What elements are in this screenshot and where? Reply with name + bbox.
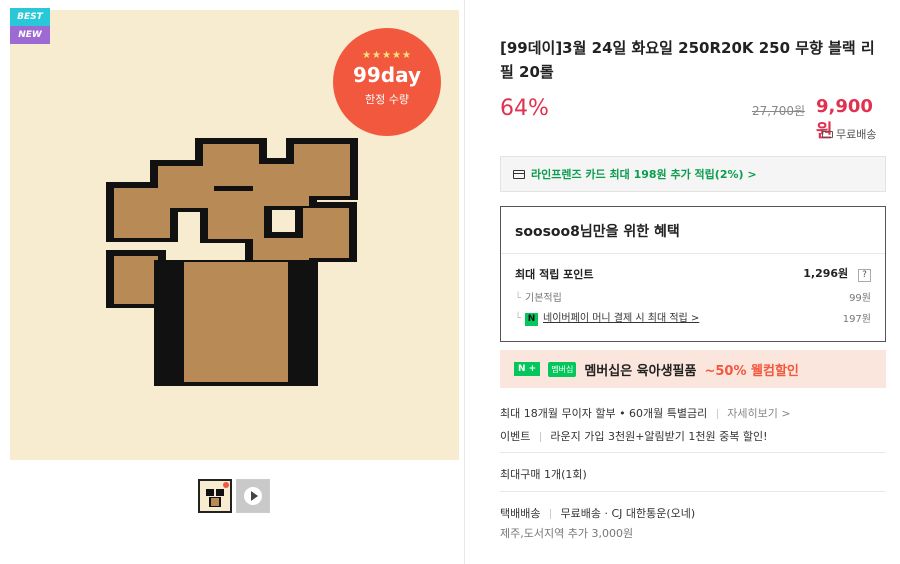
original-price: 27,700원: [752, 104, 806, 118]
product-gallery: BEST NEW ★★★★★ 99day 한정 수량: [0, 0, 470, 564]
promo-subtitle: 한정 수량: [365, 93, 409, 106]
nplus-logo-icon: N +: [514, 362, 541, 376]
membership-text: 멤버십은 육아생필품: [584, 363, 697, 379]
product-title: [99데이]3월 24일 화요일 250R20K 250 무향 블랙 리필 20…: [500, 39, 875, 81]
npay-points-link[interactable]: 네이버페이 머니 결제 시 최대 적립 >: [543, 313, 699, 324]
event-row: 이벤트 라운지 가입 3천원+알림받기 1천원 중복 할인!: [500, 428, 768, 444]
installment-row: 최대 18개월 무이자 할부 • 60개월 특별금리 자세히보기 >: [500, 405, 791, 421]
delivery-label: 택배배송: [500, 507, 541, 520]
membership-banner[interactable]: N + 멤버십 멤버십은 육아생필품 ~50% 웰컴할인: [500, 350, 886, 388]
thumbnail-strip: [198, 479, 270, 513]
npay-points-value: 197원: [842, 314, 871, 325]
divider: [549, 509, 551, 519]
tree-branch-icon: └: [515, 313, 522, 324]
naver-pay-icon: N: [525, 313, 539, 326]
delivery-row: 택배배송 무료배송 · CJ 대한통운(오네): [500, 505, 695, 521]
max-points-label: 최대 적립 포인트: [515, 267, 594, 281]
thumbnail-image[interactable]: [198, 479, 232, 513]
basic-points-row: └ 기본적립 99원: [515, 289, 871, 304]
benefit-heading: soosoo8님만을 위한 혜택: [515, 224, 680, 240]
membership-badge: 멤버십: [548, 361, 577, 377]
installment-text: 최대 18개월 무이자 할부 • 60개월 특별금리: [500, 407, 708, 420]
play-icon: [244, 487, 262, 505]
column-divider: [464, 0, 465, 564]
thumbnail-video[interactable]: [236, 479, 270, 513]
card-offer-banner[interactable]: 라인프렌즈 카드 최대 198원 추가 적립(2%) >: [500, 156, 886, 192]
truck-icon: [822, 130, 833, 138]
tree-branch-icon: └: [515, 293, 522, 304]
divider: [716, 409, 718, 419]
delivery-extra: 제주,도서지역 추가 3,000원: [500, 527, 634, 540]
shipping-info: 무료배송: [822, 126, 876, 142]
card-offer-text: 라인프렌즈 카드 최대 198원 추가 적립(2%) >: [531, 168, 757, 181]
credit-card-icon: [513, 169, 525, 179]
basic-points-label: 기본적립: [525, 293, 562, 304]
shipping-label: 무료배송: [836, 128, 877, 141]
help-icon[interactable]: ?: [858, 269, 871, 282]
benefit-box: soosoo8님만을 위한 혜택 최대 적립 포인트 1,296원 ? └ 기본적…: [500, 206, 886, 342]
max-points-value: 1,296원: [803, 267, 849, 280]
star-rating-icon: ★★★★★: [362, 50, 412, 61]
divider: [500, 452, 886, 453]
installment-detail-link[interactable]: 자세히보기 >: [727, 407, 790, 420]
max-points-row: 최대 적립 포인트 1,296원 ?: [515, 265, 871, 282]
promo-title: 99day: [352, 63, 422, 87]
max-purchase: 최대구매 1개(1회): [500, 468, 587, 481]
divider: [501, 253, 885, 254]
99day-promo-badge: ★★★★★ 99day 한정 수량: [333, 28, 441, 136]
event-label: 이벤트: [500, 430, 531, 443]
basic-points-value: 99원: [849, 293, 871, 304]
membership-highlight: ~50% 웰컴할인: [704, 363, 799, 379]
divider: [539, 432, 541, 442]
best-badge: BEST: [10, 8, 50, 26]
indicator-dot-icon: [223, 482, 229, 488]
new-badge: NEW: [10, 26, 50, 44]
npay-points-row[interactable]: └ N 네이버페이 머니 결제 시 최대 적립 > 197원: [515, 309, 871, 326]
event-text: 라운지 가입 3천원+알림받기 1천원 중복 할인!: [550, 430, 768, 443]
divider: [500, 491, 886, 492]
delivery-detail: 무료배송 · CJ 대한통운(오네): [560, 507, 696, 520]
discount-rate: 64%: [500, 96, 549, 121]
